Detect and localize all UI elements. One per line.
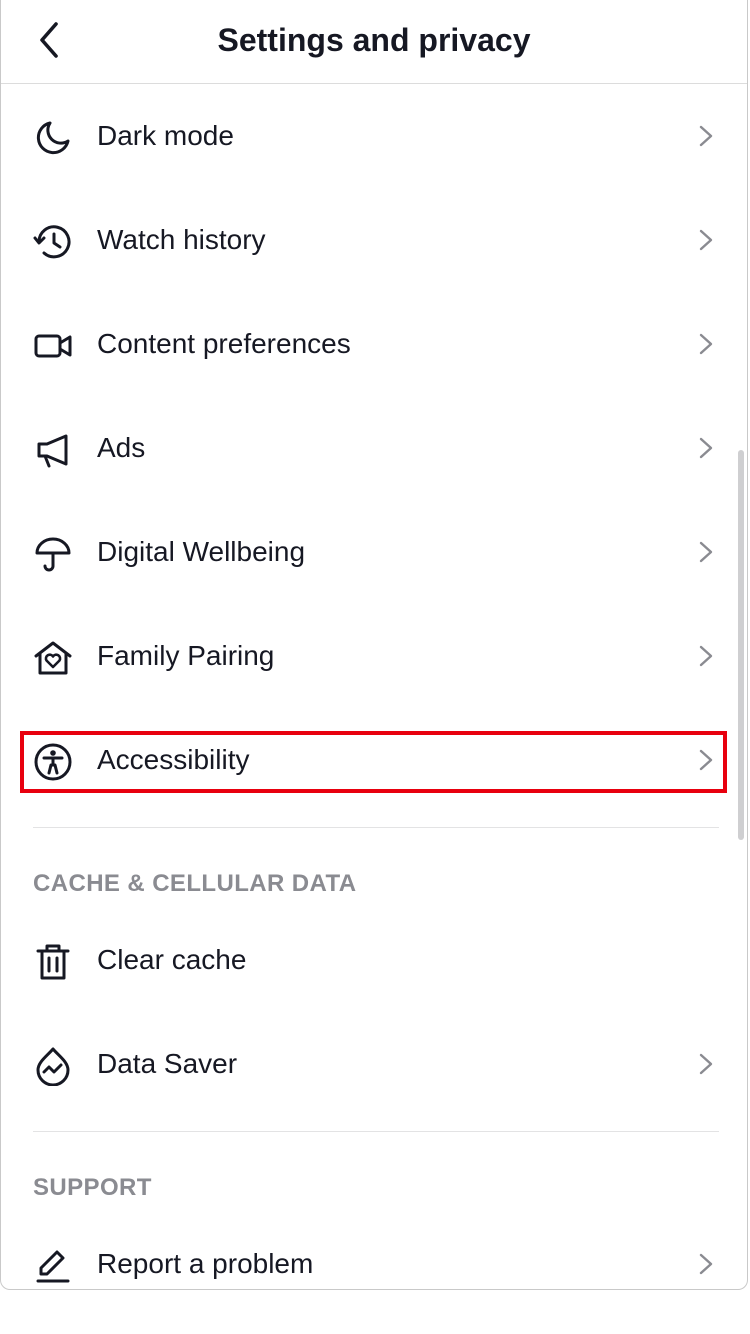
megaphone-icon (33, 430, 73, 470)
section-title-support: SUPPORT (33, 1174, 152, 1201)
row-label: Watch history (97, 224, 266, 255)
chevron-right-icon (694, 1052, 718, 1076)
chevron-right-icon (694, 228, 718, 252)
chevron-right-icon (694, 644, 718, 668)
row-label: Ads (97, 432, 146, 463)
row-dark-mode[interactable]: Dark mode (1, 84, 747, 188)
row-report-problem[interactable]: Report a problem (1, 1212, 747, 1289)
pencil-icon (33, 1246, 73, 1286)
row-label: Digital Wellbeing (97, 536, 306, 567)
chevron-right-icon (694, 748, 718, 772)
settings-screen: Settings and privacy Dark mode Watch his… (0, 0, 748, 1290)
video-camera-icon (33, 326, 73, 366)
row-label: Report a problem (97, 1248, 314, 1279)
moon-icon (33, 118, 73, 158)
row-label: Data Saver (97, 1048, 238, 1079)
row-label: Dark mode (97, 120, 234, 151)
history-icon (33, 222, 73, 262)
row-label: Content preferences (97, 328, 351, 359)
scrollbar[interactable] (738, 450, 744, 840)
accessibility-icon (33, 742, 73, 782)
row-data-saver[interactable]: Data Saver (1, 1012, 747, 1116)
chevron-right-icon (694, 436, 718, 460)
chevron-right-icon (694, 124, 718, 148)
page-title: Settings and privacy (217, 22, 531, 58)
umbrella-icon (33, 534, 73, 574)
section-title-cache: CACHE & CELLULAR DATA (33, 870, 357, 897)
chevron-right-icon (694, 540, 718, 564)
row-digital-wellbeing[interactable]: Digital Wellbeing (1, 500, 747, 604)
data-saver-icon (33, 1046, 73, 1086)
row-accessibility[interactable]: Accessibility (1, 708, 747, 812)
chevron-right-icon (694, 332, 718, 356)
row-watch-history[interactable]: Watch history (1, 188, 747, 292)
row-label: Accessibility (97, 744, 250, 775)
divider (33, 1131, 719, 1132)
divider (33, 827, 719, 828)
row-label: Family Pairing (97, 640, 275, 671)
row-family-pairing[interactable]: Family Pairing (1, 604, 747, 708)
chevron-right-icon (694, 1252, 718, 1276)
nav-header: Settings and privacy (1, 0, 747, 84)
row-ads[interactable]: Ads (1, 396, 747, 500)
row-clear-cache[interactable]: Clear cache (1, 908, 747, 1012)
row-content-preferences[interactable]: Content preferences (1, 292, 747, 396)
row-label: Clear cache (97, 944, 247, 975)
house-heart-icon (33, 638, 73, 678)
trash-icon (33, 942, 73, 982)
